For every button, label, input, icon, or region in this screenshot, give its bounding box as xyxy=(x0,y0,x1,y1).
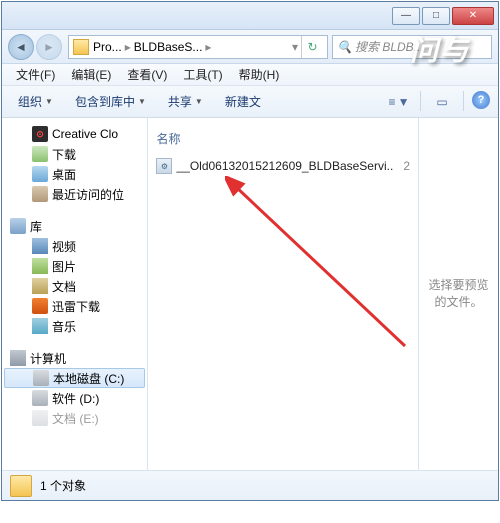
menu-edit[interactable]: 编辑(E) xyxy=(63,64,119,85)
include-library-button[interactable]: 包含到库中▼ xyxy=(67,90,154,113)
recent-icon xyxy=(32,186,48,202)
sidebar-item-music[interactable]: 音乐 xyxy=(2,316,147,336)
refresh-button[interactable]: ↻ xyxy=(301,36,323,58)
file-meta: 2 xyxy=(403,159,410,173)
menubar: 文件(F) 编辑(E) 查看(V) 工具(T) 帮助(H) xyxy=(2,64,498,86)
titlebar: — □ ✕ xyxy=(2,2,498,30)
breadcrumb-item[interactable]: Pro... xyxy=(93,40,122,54)
folder-icon xyxy=(73,39,89,55)
explorer-window: — □ ✕ ◄ ► Pro... ▸ BLDBaseS... ▸ ▾ ↻ 🔍 搜… xyxy=(1,1,499,501)
sidebar-item-recent[interactable]: 最近访问的位 xyxy=(2,184,147,204)
desktop-icon xyxy=(32,166,48,182)
navigation-pane: ⊙Creative Clo 下载 桌面 最近访问的位 ▸库 视频 图片 文档 迅… xyxy=(2,118,148,470)
sidebar-item-downloads[interactable]: 下载 xyxy=(2,144,147,164)
sidebar-item-documents[interactable]: 文档 xyxy=(2,276,147,296)
status-bar: 1 个对象 xyxy=(2,470,498,500)
sidebar-item-thunder[interactable]: 迅雷下载 xyxy=(2,296,147,316)
video-icon xyxy=(32,238,48,254)
sidebar-item-drive-e[interactable]: 文档 (E:) xyxy=(2,408,147,428)
sidebar-item-computer[interactable]: ▸计算机 xyxy=(2,348,147,368)
folder-icon xyxy=(10,475,32,497)
computer-icon xyxy=(10,350,26,366)
menu-view[interactable]: 查看(V) xyxy=(119,64,175,85)
menu-file[interactable]: 文件(F) xyxy=(8,64,63,85)
file-name: __Old06132015212609_BLDBaseServi.. xyxy=(176,159,393,173)
creative-cloud-icon: ⊙ xyxy=(32,126,48,142)
menu-tools[interactable]: 工具(T) xyxy=(175,64,230,85)
status-text: 1 个对象 xyxy=(40,477,86,494)
address-bar[interactable]: Pro... ▸ BLDBaseS... ▸ ▾ ↻ xyxy=(68,35,328,59)
minimize-button[interactable]: — xyxy=(392,7,420,25)
breadcrumb-sep-icon: ▸ xyxy=(125,40,131,54)
organize-button[interactable]: 组织▼ xyxy=(10,90,61,113)
column-header-name[interactable]: 名称 xyxy=(154,126,412,155)
drive-icon xyxy=(33,370,49,386)
documents-icon xyxy=(32,278,48,294)
share-button[interactable]: 共享▼ xyxy=(160,90,211,113)
search-placeholder: 搜索 BLDB... xyxy=(355,38,424,55)
expander-icon[interactable]: ▸ xyxy=(2,353,6,364)
view-options-button[interactable]: ≡▼ xyxy=(386,91,412,113)
expander-icon[interactable]: ▸ xyxy=(2,221,6,232)
search-input[interactable]: 🔍 搜索 BLDB... xyxy=(332,35,492,59)
file-icon: ⚙ xyxy=(156,158,172,174)
preview-pane-button[interactable]: ▭ xyxy=(429,91,455,113)
content-area: 名称 ⚙ __Old06132015212609_BLDBaseServi.. … xyxy=(148,118,498,470)
drive-icon xyxy=(32,390,48,406)
sidebar-item-desktop[interactable]: 桌面 xyxy=(2,164,147,184)
breadcrumb-item[interactable]: BLDBaseS... xyxy=(134,40,203,54)
downloads-icon xyxy=(32,146,48,162)
sidebar-item-videos[interactable]: 视频 xyxy=(2,236,147,256)
drive-icon xyxy=(32,410,48,426)
help-button[interactable]: ? xyxy=(472,91,490,109)
history-dropdown-icon[interactable]: ▾ xyxy=(292,40,298,54)
breadcrumb-sep-icon: ▸ xyxy=(205,40,211,54)
menu-help[interactable]: 帮助(H) xyxy=(231,64,288,85)
sidebar-item-libraries[interactable]: ▸库 xyxy=(2,216,147,236)
forward-button[interactable]: ► xyxy=(36,34,62,60)
preview-placeholder: 选择要预览的文件。 xyxy=(427,277,490,311)
search-icon: 🔍 xyxy=(337,40,351,54)
sidebar-item-drive-c[interactable]: 本地磁盘 (C:) xyxy=(4,368,145,388)
maximize-button[interactable]: □ xyxy=(422,7,450,25)
sidebar-item-drive-d[interactable]: 软件 (D:) xyxy=(2,388,147,408)
preview-pane: 选择要预览的文件。 xyxy=(418,118,498,470)
sidebar-item-creative-cloud[interactable]: ⊙Creative Clo xyxy=(2,124,147,144)
back-button[interactable]: ◄ xyxy=(8,34,34,60)
toolbar: 组织▼ 包含到库中▼ 共享▼ 新建文 ≡▼ ▭ ? xyxy=(2,86,498,118)
music-icon xyxy=(32,318,48,334)
navbar: ◄ ► Pro... ▸ BLDBaseS... ▸ ▾ ↻ 🔍 搜索 BLDB… xyxy=(2,30,498,64)
file-list[interactable]: 名称 ⚙ __Old06132015212609_BLDBaseServi.. … xyxy=(148,118,418,470)
close-button[interactable]: ✕ xyxy=(452,7,494,25)
pictures-icon xyxy=(32,258,48,274)
sidebar-item-pictures[interactable]: 图片 xyxy=(2,256,147,276)
thunder-icon xyxy=(32,298,48,314)
new-folder-button[interactable]: 新建文 xyxy=(217,90,269,113)
library-icon xyxy=(10,218,26,234)
file-row[interactable]: ⚙ __Old06132015212609_BLDBaseServi.. 2 xyxy=(154,155,412,177)
